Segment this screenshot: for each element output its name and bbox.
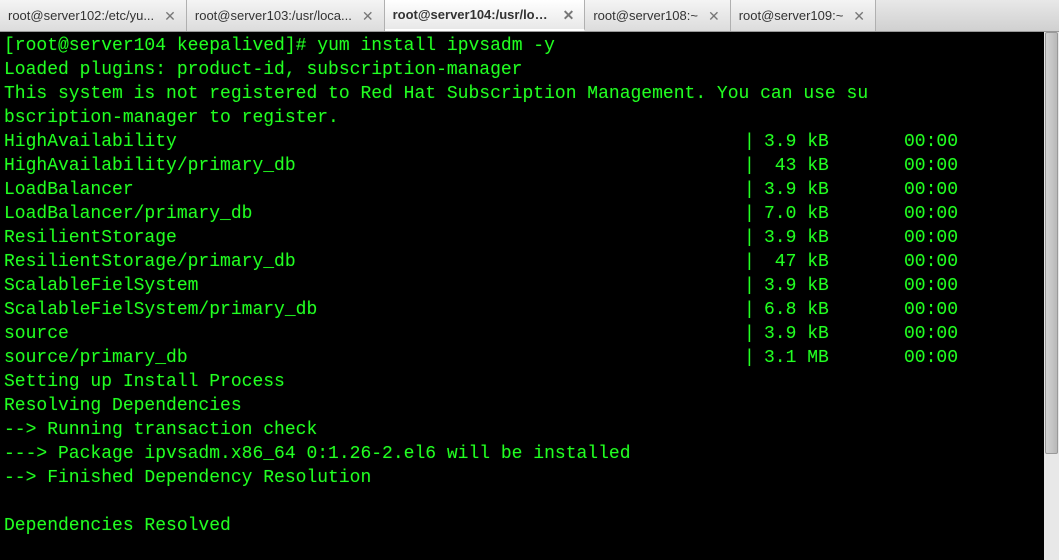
separator: | <box>744 298 764 322</box>
repo-name: LoadBalancer/primary_db <box>4 202 744 226</box>
repo-size: 3.9 kB <box>764 130 864 154</box>
repo-row: source|3.9 kB 00:00 <box>4 322 1055 346</box>
separator: | <box>744 178 764 202</box>
tabbar-filler <box>876 0 1059 31</box>
repo-time: 00:00 <box>904 298 958 322</box>
repo-time: 00:00 <box>904 178 958 202</box>
separator: | <box>744 346 764 370</box>
repo-size: 43 kB <box>764 154 864 178</box>
repo-row: ResilientStorage|3.9 kB 00:00 <box>4 226 1055 250</box>
tab-label: root@server108:~ <box>593 8 698 23</box>
repo-name: source/primary_db <box>4 346 744 370</box>
repo-name: HighAvailability <box>4 130 744 154</box>
typed-command: yum install ipvsadm -y <box>317 36 555 56</box>
repo-name: source <box>4 322 744 346</box>
tab-label: root@server102:/etc/yu... <box>8 8 154 23</box>
tab-server108[interactable]: root@server108:~ ✕ <box>585 0 730 31</box>
tab-label: root@server109:~ <box>739 8 844 23</box>
repo-name: ScalableFielSystem <box>4 274 744 298</box>
repo-time: 00:00 <box>904 226 958 250</box>
tab-server103[interactable]: root@server103:/usr/loca... ✕ <box>187 0 385 31</box>
repo-size: 47 kB <box>764 250 864 274</box>
repo-size: 3.9 kB <box>764 274 864 298</box>
repo-size: 3.9 kB <box>764 178 864 202</box>
repo-row: LoadBalancer/primary_db|7.0 kB 00:00 <box>4 202 1055 226</box>
repo-time: 00:00 <box>904 202 958 226</box>
repo-time: 00:00 <box>904 250 958 274</box>
repo-time: 00:00 <box>904 322 958 346</box>
repo-row: ScalableFielSystem/primary_db|6.8 kB 00:0… <box>4 298 1055 322</box>
repo-time: 00:00 <box>904 154 958 178</box>
scrollbar-thumb[interactable] <box>1045 32 1058 454</box>
close-icon[interactable]: ✕ <box>362 9 374 23</box>
repo-row: source/primary_db|3.1 MB 00:00 <box>4 346 1055 370</box>
repo-name: HighAvailability/primary_db <box>4 154 744 178</box>
repo-size: 3.9 kB <box>764 226 864 250</box>
separator: | <box>744 130 764 154</box>
separator: | <box>744 202 764 226</box>
output-line: This system is not registered to Red Hat… <box>4 84 868 104</box>
repo-time: 00:00 <box>904 346 958 370</box>
repo-name: ScalableFielSystem/primary_db <box>4 298 744 322</box>
close-icon[interactable]: ✕ <box>164 9 176 23</box>
separator: | <box>744 226 764 250</box>
output-line: bscription-manager to register. <box>4 108 339 128</box>
tab-label: root@server104:/usr/loca... <box>393 7 553 22</box>
terminal-tabbar: root@server102:/etc/yu... ✕ root@server1… <box>0 0 1059 32</box>
output-line: --> Finished Dependency Resolution <box>4 468 371 488</box>
separator: | <box>744 154 764 178</box>
tab-server109[interactable]: root@server109:~ ✕ <box>731 0 876 31</box>
repo-row: HighAvailability/primary_db| 43 kB 00:00 <box>4 154 1055 178</box>
separator: | <box>744 250 764 274</box>
repo-time: 00:00 <box>904 130 958 154</box>
close-icon[interactable]: ✕ <box>853 9 865 23</box>
repo-size: 7.0 kB <box>764 202 864 226</box>
repo-time: 00:00 <box>904 274 958 298</box>
tab-label: root@server103:/usr/loca... <box>195 8 352 23</box>
repo-size: 3.9 kB <box>764 322 864 346</box>
output-line: Dependencies Resolved <box>4 516 231 536</box>
output-line: Setting up Install Process <box>4 372 285 392</box>
close-icon[interactable]: ✕ <box>708 9 720 23</box>
repo-name: ResilientStorage <box>4 226 744 250</box>
repo-row: ResilientStorage/primary_db| 47 kB 00:00 <box>4 250 1055 274</box>
output-line: Resolving Dependencies <box>4 396 242 416</box>
repo-row: ScalableFielSystem|3.9 kB 00:00 <box>4 274 1055 298</box>
close-icon[interactable]: ✕ <box>563 8 575 22</box>
repo-name: ResilientStorage/primary_db <box>4 250 744 274</box>
terminal-output[interactable]: [root@server104 keepalived]# yum install… <box>0 32 1059 560</box>
repo-row: LoadBalancer|3.9 kB 00:00 <box>4 178 1055 202</box>
shell-prompt: [root@server104 keepalived]# <box>4 36 306 56</box>
repo-row: HighAvailability|3.9 kB 00:00 <box>4 130 1055 154</box>
tab-server104[interactable]: root@server104:/usr/loca... ✕ <box>385 0 586 31</box>
separator: | <box>744 322 764 346</box>
output-line: ---> Package ipvsadm.x86_64 0:1.26-2.el6… <box>4 444 631 464</box>
repo-size: 6.8 kB <box>764 298 864 322</box>
tab-server102[interactable]: root@server102:/etc/yu... ✕ <box>0 0 187 31</box>
repo-size: 3.1 MB <box>764 346 864 370</box>
output-line: Loaded plugins: product-id, subscription… <box>4 60 522 80</box>
separator: | <box>744 274 764 298</box>
scrollbar-vertical[interactable] <box>1044 32 1059 560</box>
output-line: --> Running transaction check <box>4 420 317 440</box>
repo-name: LoadBalancer <box>4 178 744 202</box>
